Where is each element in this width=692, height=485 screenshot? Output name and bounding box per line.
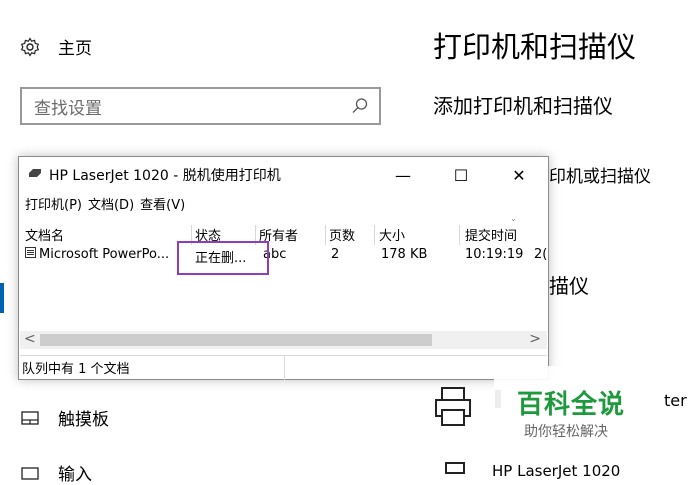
nav-item-touchpad-label: 触摸板 (58, 410, 109, 430)
maximize-button[interactable]: ☐ (432, 157, 490, 193)
status-bar: 队列中有 1 个文档 (20, 355, 547, 380)
menu-printer[interactable]: 打印机(P) (25, 194, 82, 213)
window-title: HP LaserJet 1020 - 脱机使用打印机 (49, 168, 281, 184)
close-button[interactable]: ✕ (490, 157, 548, 193)
nav-item-typing[interactable]: 输入 (20, 460, 92, 485)
cell-overflow: 2( (534, 247, 548, 262)
col-document[interactable]: 文档名 (25, 225, 64, 244)
col-submitted[interactable]: 提交时间 (465, 225, 517, 244)
cell-submitted: 10:19:19 (465, 247, 524, 262)
watermark-tagline: 助你轻松解决 (524, 424, 608, 440)
add-printers-heading: 添加打印机和扫描仪 (433, 94, 613, 118)
col-pages[interactable]: 页数 (329, 225, 355, 244)
settings-search-input[interactable]: 查找设置 (20, 87, 381, 125)
table-row[interactable]: Microsoft PowerPo... 正在删... abc 2 178 KB… (19, 245, 548, 266)
menu-bar: 打印机(P) 文档(D) 查看(V) (19, 193, 548, 213)
col-size[interactable]: 大小 (379, 225, 405, 244)
minimize-button[interactable]: — (374, 157, 432, 193)
nav-item-typing-label: 输入 (58, 465, 92, 485)
cell-document: Microsoft PowerPo... (39, 247, 170, 262)
cell-size: 178 KB (381, 247, 428, 262)
printer-item-partial[interactable]: ter (664, 391, 687, 410)
keyboard-icon (21, 466, 39, 480)
printers-section-heading: 描仪 (549, 274, 589, 298)
print-queue-window: HP LaserJet 1020 - 脱机使用打印机 — ☐ ✕ 打印机(P) … (18, 156, 549, 380)
column-headers: 文档名 状态 所有者 页数 大小 提交时间 ˇ (19, 219, 548, 245)
scrollbar-thumb[interactable] (40, 334, 432, 346)
scroll-left-icon[interactable]: < (24, 331, 36, 347)
printer-icon (435, 387, 471, 426)
scroll-right-icon[interactable]: > (529, 331, 541, 347)
add-printer-link[interactable]: 印机或扫描仪 (549, 162, 651, 187)
menu-document[interactable]: 文档(D) (88, 194, 134, 213)
document-icon (25, 247, 36, 262)
queue-status-text: 队列中有 1 个文档 (22, 362, 130, 377)
nav-item-touchpad[interactable]: 触摸板 (20, 405, 109, 430)
printer-item-hp[interactable]: HP LaserJet 1020 (492, 462, 620, 480)
page-title: 打印机和扫描仪 (433, 30, 637, 64)
watermark-logo: 百科全说 (517, 390, 626, 420)
gear-icon (20, 36, 40, 57)
menu-view[interactable]: 查看(V) (140, 194, 185, 213)
nav-home[interactable]: 主页 (20, 34, 92, 59)
horizontal-scrollbar[interactable]: < > (20, 331, 547, 349)
nav-selection-indicator (0, 283, 4, 313)
cell-pages: 2 (331, 247, 340, 262)
status-highlight-box (177, 241, 269, 275)
search-icon (352, 98, 368, 113)
search-placeholder: 查找设置 (34, 98, 102, 119)
touchpad-icon (21, 410, 39, 425)
printer-small-icon (27, 167, 43, 183)
sort-chevron-icon: ˇ (511, 219, 516, 230)
printer-icon-2 (445, 462, 465, 474)
nav-home-label: 主页 (58, 39, 92, 59)
